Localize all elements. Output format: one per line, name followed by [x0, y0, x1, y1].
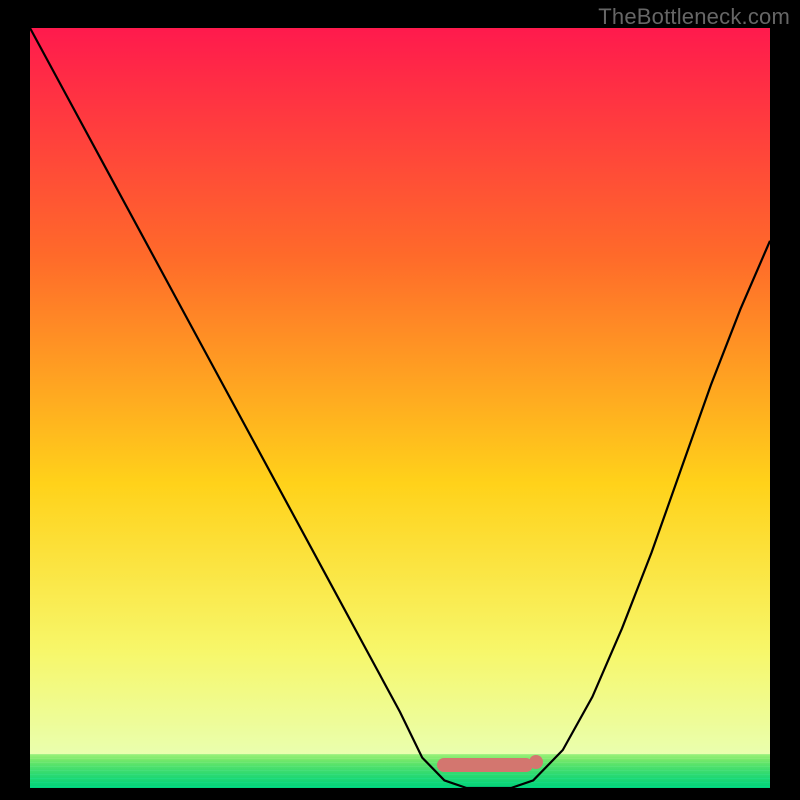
plot-area — [30, 28, 770, 788]
optimal-range-marker — [437, 758, 533, 772]
watermark-text: TheBottleneck.com — [598, 4, 790, 30]
chart-frame: TheBottleneck.com — [0, 0, 800, 800]
bottleneck-curve — [30, 28, 770, 788]
